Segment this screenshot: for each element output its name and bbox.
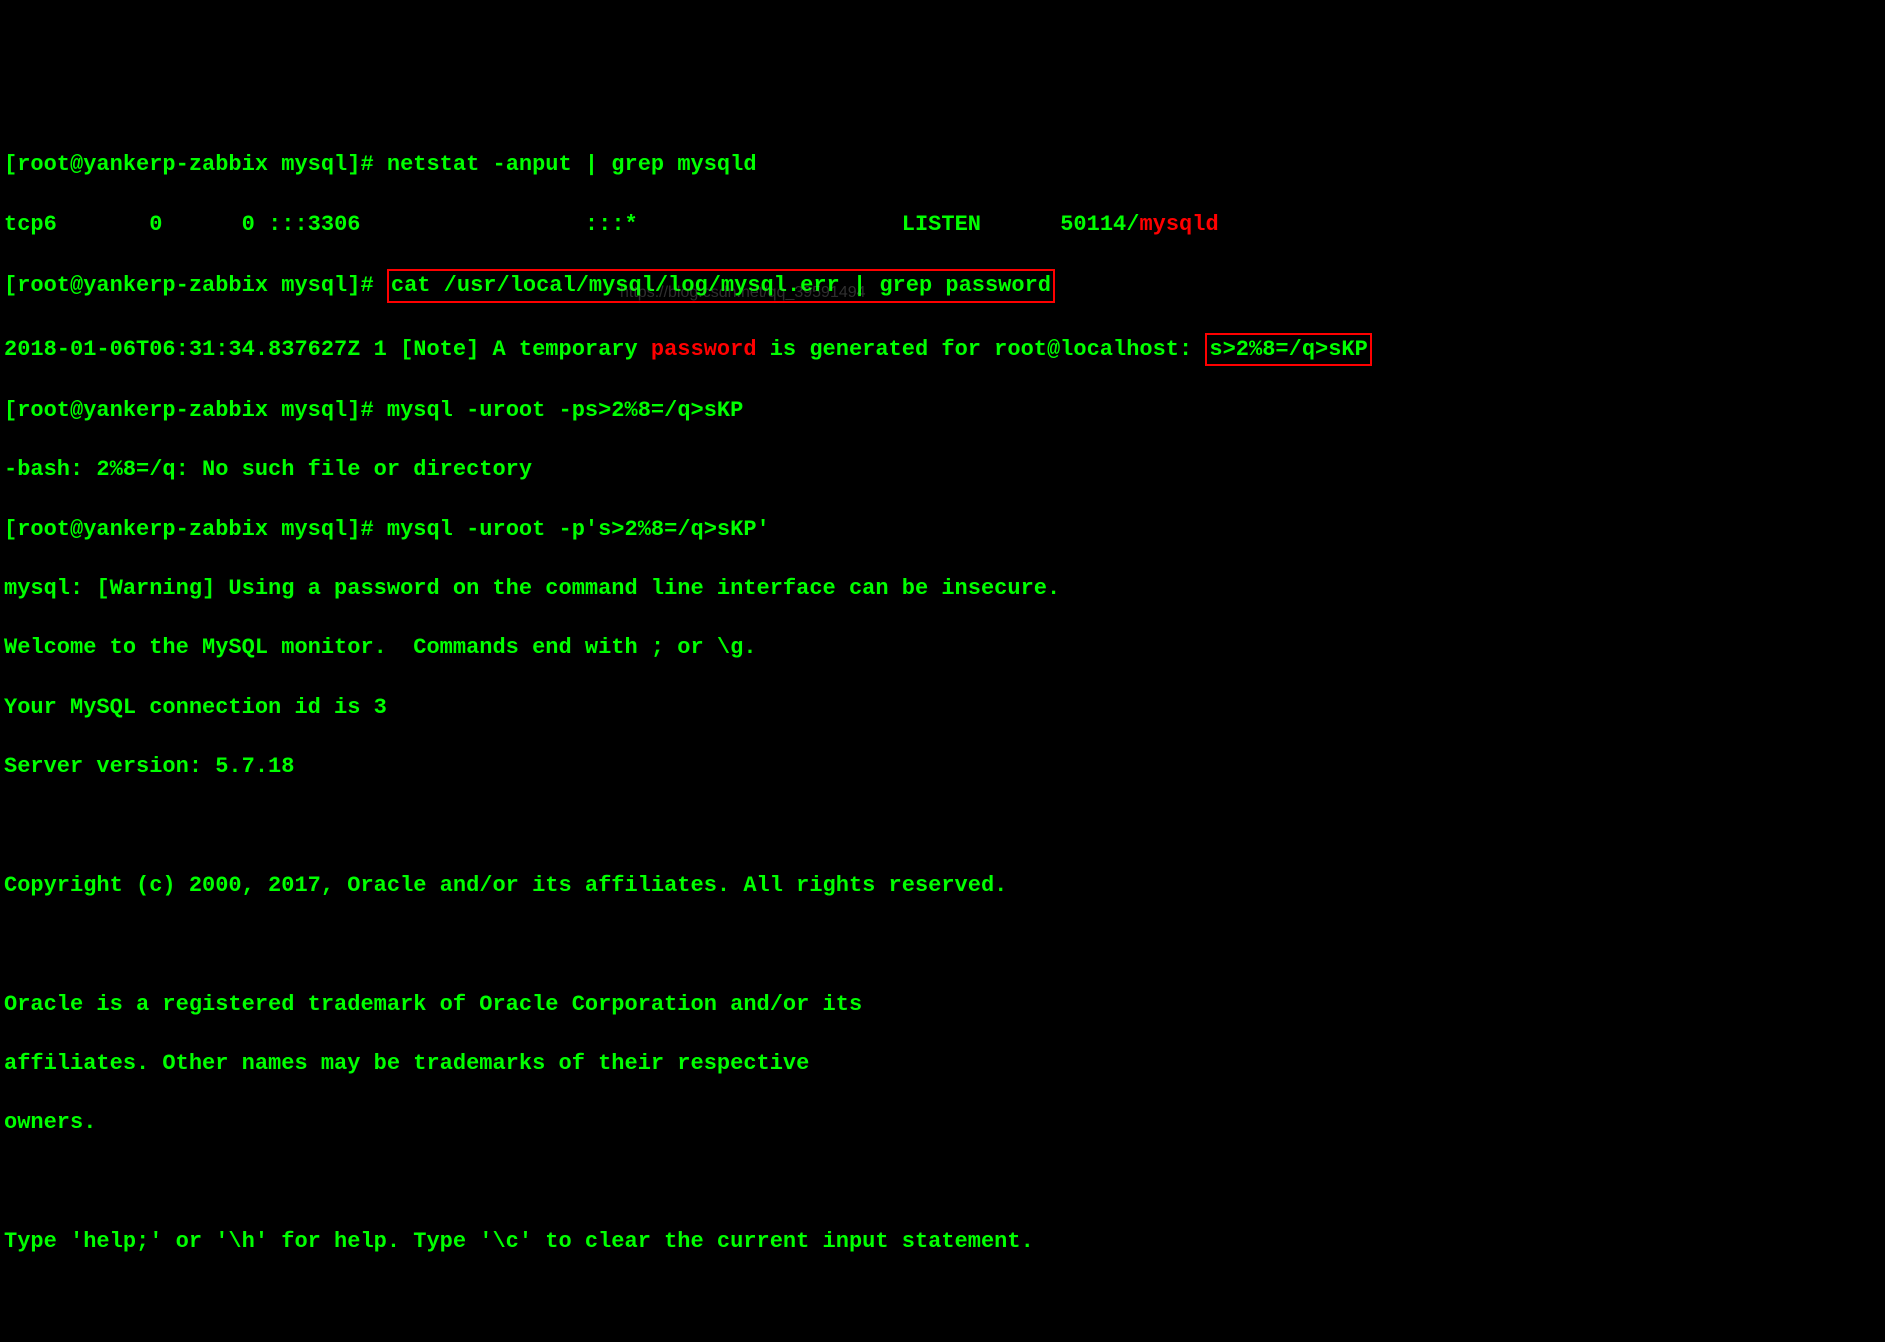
note-keyword-password: password xyxy=(651,337,757,362)
netstat-proto: tcp6 xyxy=(4,212,57,237)
shell-prompt: [root@yankerp-zabbix mysql]# xyxy=(4,517,387,542)
mysql-help: Type 'help;' or '\h' for help. Type '\c'… xyxy=(4,1227,1881,1257)
netstat-foreign: :::* xyxy=(585,212,638,237)
mysql-copyright: Copyright (c) 2000, 2017, Oracle and/or … xyxy=(4,871,1881,901)
terminal-output: [root@yankerp-zabbix mysql]# netstat -an… xyxy=(4,121,1881,1342)
netstat-process: mysqld xyxy=(1139,212,1218,237)
shell-prompt: [root@yankerp-zabbix mysql]# xyxy=(4,398,387,423)
mysql-trademark-1: Oracle is a registered trademark of Orac… xyxy=(4,990,1881,1020)
note-suffix: is generated for root@localhost: xyxy=(757,337,1206,362)
command-netstat: netstat -anput | grep mysqld xyxy=(387,152,757,177)
netstat-pid: 50114/ xyxy=(1060,212,1139,237)
highlighted-password: s>2%8=/q>sKP xyxy=(1205,333,1371,367)
mysql-trademark-3: owners. xyxy=(4,1108,1881,1138)
shell-prompt: [root@yankerp-zabbix mysql]# xyxy=(4,273,387,298)
mysql-welcome-1: Welcome to the MySQL monitor. Commands e… xyxy=(4,633,1881,663)
mysql-warning: mysql: [Warning] Using a password on the… xyxy=(4,574,1881,604)
note-prefix: 2018-01-06T06:31:34.837627Z 1 [Note] A t… xyxy=(4,337,651,362)
command-mysql-2: mysql -uroot -p's>2%8=/q>sKP' xyxy=(387,517,770,542)
netstat-sendq: 0 xyxy=(242,212,255,237)
bash-error: -bash: 2%8=/q: No such file or directory xyxy=(4,455,1881,485)
netstat-state: LISTEN xyxy=(902,212,981,237)
mysql-trademark-2: affiliates. Other names may be trademark… xyxy=(4,1049,1881,1079)
command-mysql-1: mysql -uroot -ps>2%8=/q>sKP xyxy=(387,398,743,423)
mysql-welcome-2: Your MySQL connection id is 3 xyxy=(4,693,1881,723)
mysql-welcome-3: Server version: 5.7.18 xyxy=(4,752,1881,782)
highlighted-command-cat: cat /usr/local/mysql/log/mysql.err | gre… xyxy=(387,269,1055,303)
netstat-recvq: 0 xyxy=(149,212,162,237)
netstat-local: :::3306 xyxy=(268,212,360,237)
shell-prompt: [root@yankerp-zabbix mysql]# xyxy=(4,152,387,177)
